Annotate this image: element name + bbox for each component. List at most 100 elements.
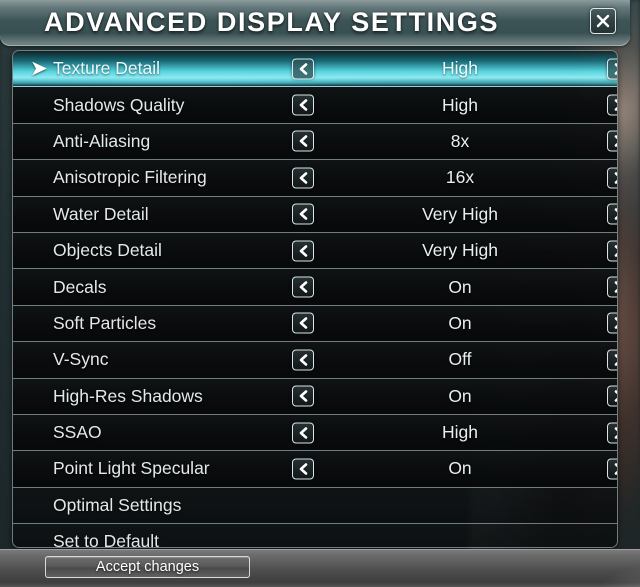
- settings-row[interactable]: Shadows Quality High: [13, 87, 617, 124]
- increase-value-button[interactable]: [607, 130, 617, 152]
- chevron-left-icon: [297, 62, 310, 75]
- chevron-right-icon: [612, 353, 617, 366]
- chevron-left-icon: [297, 208, 310, 221]
- decrease-value-button[interactable]: [292, 349, 314, 371]
- setting-value: On: [448, 312, 472, 333]
- settings-row[interactable]: Optimal Settings: [13, 487, 617, 525]
- decrease-value-button[interactable]: [292, 167, 314, 189]
- increase-value-button[interactable]: [607, 385, 617, 407]
- footer-bar: Accept changes: [0, 549, 640, 587]
- decrease-value-button[interactable]: [292, 58, 314, 80]
- chevron-right-icon: [612, 171, 617, 184]
- setting-label: Soft Particles: [53, 312, 157, 333]
- accept-changes-label: Accept changes: [95, 559, 200, 575]
- setting-value: Very High: [422, 203, 498, 224]
- setting-label: Anti-Aliasing: [53, 130, 151, 151]
- chevron-right-icon: [612, 462, 617, 475]
- setting-value: 16x: [445, 167, 475, 188]
- decrease-value-button[interactable]: [292, 276, 314, 298]
- chevron-left-icon: [297, 462, 310, 475]
- chevron-right-icon: [612, 281, 617, 294]
- decrease-value-button[interactable]: [292, 130, 314, 152]
- footer-highlight: [460, 549, 640, 587]
- decrease-value-button[interactable]: [292, 422, 314, 444]
- settings-row[interactable]: SSAO High: [13, 414, 617, 452]
- chevron-left-icon: [297, 171, 310, 184]
- setting-value: Very High: [422, 240, 498, 261]
- setting-value: On: [448, 276, 472, 297]
- setting-label: SSAO: [53, 422, 102, 443]
- settings-row[interactable]: Point Light Specular On: [13, 451, 617, 488]
- chevron-left-icon: [297, 99, 310, 112]
- setting-value: High: [442, 58, 478, 79]
- settings-row[interactable]: Soft Particles On: [13, 305, 617, 343]
- settings-panel: ➤ Texture Detail High Shadows Quality High An…: [12, 50, 618, 548]
- chevron-left-icon: [297, 135, 310, 148]
- chevron-right-icon: [612, 99, 617, 112]
- decrease-value-button[interactable]: [292, 240, 314, 262]
- chevron-right-icon: [612, 208, 617, 221]
- setting-label: Objects Detail: [53, 240, 162, 261]
- increase-value-button[interactable]: [607, 349, 617, 371]
- setting-label: Shadows Quality: [53, 94, 185, 115]
- setting-value: On: [448, 385, 472, 406]
- settings-row[interactable]: Decals On: [13, 269, 617, 306]
- chevron-right-icon: [612, 390, 617, 403]
- title-bar: ADVANCED DISPLAY SETTINGS: [0, 0, 630, 46]
- setting-value: High: [442, 422, 478, 443]
- setting-value: High: [442, 94, 478, 115]
- increase-value-button[interactable]: [607, 203, 617, 225]
- increase-value-button[interactable]: [607, 167, 617, 189]
- setting-label: Set to Default: [53, 531, 160, 548]
- decrease-value-button[interactable]: [292, 94, 314, 116]
- chevron-left-icon: [297, 281, 310, 294]
- settings-list: ➤ Texture Detail High Shadows Quality High An…: [13, 51, 617, 547]
- setting-value: 8x: [450, 130, 470, 151]
- increase-value-button[interactable]: [607, 94, 617, 116]
- close-button[interactable]: [590, 8, 616, 34]
- chevron-left-icon: [297, 317, 310, 330]
- increase-value-button[interactable]: [607, 276, 617, 298]
- settings-row[interactable]: Anisotropic Filtering 16x: [13, 160, 617, 197]
- setting-value: Off: [448, 349, 472, 370]
- settings-row[interactable]: Anti-Aliasing 8x: [13, 123, 617, 161]
- setting-label: Point Light Specular: [53, 458, 210, 479]
- chevron-left-icon: [297, 426, 310, 439]
- increase-value-button[interactable]: [607, 312, 617, 334]
- settings-row[interactable]: Set to Default: [13, 524, 617, 548]
- setting-label: Water Detail: [53, 203, 149, 224]
- close-x-icon: [595, 13, 611, 29]
- decrease-value-button[interactable]: [292, 458, 314, 480]
- chevron-right-icon: [612, 317, 617, 330]
- setting-label: Texture Detail: [53, 58, 160, 79]
- setting-label: Anisotropic Filtering: [53, 167, 207, 188]
- decrease-value-button[interactable]: [292, 385, 314, 407]
- advanced-display-settings-screen: ADVANCED DISPLAY SETTINGS ➤ Texture Detai…: [0, 0, 640, 587]
- setting-label: High-Res Shadows: [53, 385, 203, 406]
- settings-row[interactable]: V-Sync Off: [13, 342, 617, 379]
- settings-row[interactable]: High-Res Shadows On: [13, 378, 617, 415]
- increase-value-button[interactable]: [607, 422, 617, 444]
- settings-row[interactable]: Water Detail Very High: [13, 196, 617, 233]
- chevron-left-icon: [297, 244, 310, 257]
- settings-row[interactable]: ➤ Texture Detail High: [13, 51, 617, 93]
- decrease-value-button[interactable]: [292, 203, 314, 225]
- chevron-right-icon: [612, 62, 617, 75]
- chevron-left-icon: [297, 353, 310, 366]
- setting-label: Decals: [53, 276, 107, 297]
- increase-value-button[interactable]: [607, 458, 617, 480]
- decrease-value-button[interactable]: [292, 312, 314, 334]
- setting-label: V-Sync: [53, 349, 109, 370]
- chevron-right-icon: [612, 244, 617, 257]
- accept-changes-button[interactable]: Accept changes: [45, 556, 250, 578]
- settings-row[interactable]: Objects Detail Very High: [13, 232, 617, 270]
- page-title: ADVANCED DISPLAY SETTINGS: [44, 7, 500, 37]
- chevron-right-icon: [612, 426, 617, 439]
- increase-value-button[interactable]: [607, 240, 617, 262]
- increase-value-button[interactable]: [607, 58, 617, 80]
- setting-label: Optimal Settings: [53, 494, 182, 515]
- selection-pointer-icon: ➤: [31, 58, 47, 80]
- chevron-left-icon: [297, 390, 310, 403]
- chevron-right-icon: [612, 135, 617, 148]
- setting-value: On: [448, 458, 472, 479]
